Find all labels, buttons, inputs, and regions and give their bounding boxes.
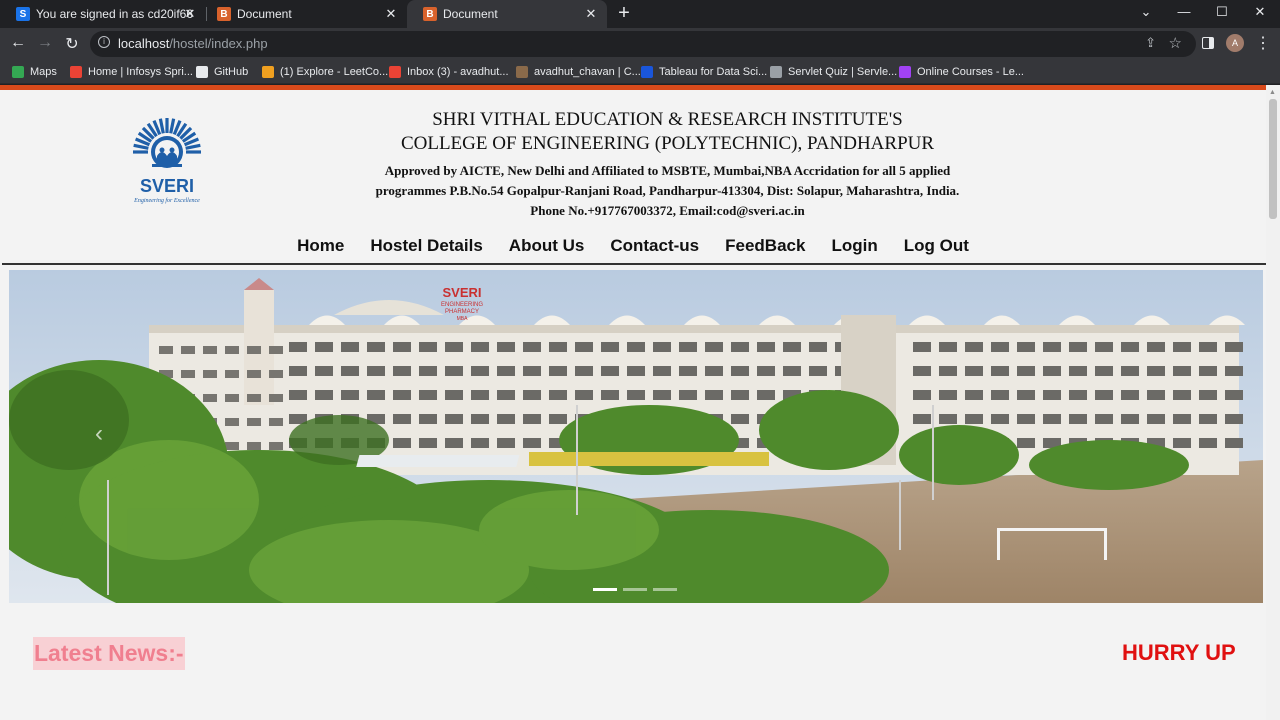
building-sign-line2: ENGINEERING: [441, 302, 483, 308]
building-sign-line3: PHARMACY: [445, 309, 479, 315]
bookmark-item[interactable]: Home | Infosys Spri...: [70, 64, 193, 80]
carousel-dot[interactable]: [623, 588, 647, 591]
bookmark-star-icon[interactable]: ☆: [1169, 34, 1182, 52]
bookmark-item[interactable]: Online Courses - Le...: [899, 64, 1024, 80]
nav-hostel-details[interactable]: Hostel Details: [357, 234, 495, 264]
tab-search-chevron-icon[interactable]: ⌄: [1136, 4, 1156, 20]
forward-arrow-icon[interactable]: →: [35, 34, 55, 52]
logo-text: SVERI: [140, 176, 194, 196]
bookmark-label: Servlet Quiz | Servle...: [788, 66, 898, 78]
nav-login[interactable]: Login: [818, 234, 890, 264]
tableau-icon: [641, 66, 653, 78]
scroll-up-arrow-icon[interactable]: ▲: [1269, 89, 1276, 96]
bookmark-item[interactable]: Inbox (3) - avadhut...: [389, 64, 509, 80]
close-icon[interactable]: ✕: [182, 6, 198, 22]
building-sign: SVERI: [442, 285, 481, 300]
nav-divider: [2, 263, 1266, 265]
college-name: COLLEGE OF ENGINEERING (POLYTECHNIC), PA…: [400, 133, 935, 154]
tab-document[interactable]: B Document ✕: [201, 0, 407, 28]
share-icon[interactable]: ⇪: [1145, 35, 1156, 51]
bookmark-label: Maps: [30, 66, 57, 78]
globe-icon: [770, 66, 782, 78]
maximize-icon[interactable]: ☐: [1212, 4, 1232, 20]
back-arrow-icon[interactable]: ←: [8, 34, 28, 52]
nav-contact-us[interactable]: Contact-us: [597, 234, 712, 264]
image-carousel[interactable]: SVERI ENGINEERING PHARMACY MBA ‹: [9, 270, 1263, 603]
tab-title: You are signed in as cd20if66: [36, 7, 194, 21]
document-favicon-icon: B: [217, 7, 231, 21]
college-address: Approved by AICTE, New Delhi and Affilia…: [375, 163, 960, 218]
url-path: /hostel/index.php: [169, 36, 268, 51]
leetcode-icon: [262, 66, 274, 78]
bookmark-label: Home | Infosys Spri...: [88, 66, 193, 78]
campus-photo: SVERI ENGINEERING PHARMACY MBA: [9, 270, 1263, 603]
kebab-menu-icon[interactable]: ⋮: [1255, 33, 1271, 53]
carousel-dot[interactable]: [653, 588, 677, 591]
profile-avatar[interactable]: A: [1226, 34, 1244, 52]
browser-toolbar: ← → ↻ i localhost/hostel/index.php ⇪ ☆ A…: [0, 28, 1280, 60]
carousel-prev-chevron-icon[interactable]: ‹: [95, 420, 111, 448]
bookmark-item[interactable]: Tableau for Data Sci...: [641, 64, 767, 80]
sveri-favicon-icon: S: [16, 7, 30, 21]
url-text[interactable]: localhost/hostel/index.php: [118, 36, 268, 51]
scrollbar-thumb[interactable]: [1269, 99, 1277, 219]
reload-icon[interactable]: ↻: [62, 34, 82, 54]
bookmarks-bar: Maps Home | Infosys Spri... GitHub (1) Expl…: [0, 60, 1280, 84]
course-icon: [899, 66, 911, 78]
nav-home[interactable]: Home: [284, 234, 357, 264]
tab-strip: S You are signed in as cd20if66 ✕ B Docu…: [0, 0, 1280, 28]
web-page: SVERI Engineering for Excellence SHRI VI…: [0, 85, 1266, 720]
bookmark-label: Tableau for Data Sci...: [659, 66, 768, 78]
nav-feedback[interactable]: FeedBack: [712, 234, 818, 264]
new-tab-icon[interactable]: +: [614, 2, 634, 25]
bookmark-label: Inbox (3) - avadhut...: [407, 66, 509, 78]
bookmark-item[interactable]: avadhut_chavan | C...: [516, 64, 641, 80]
window-close-icon[interactable]: ✕: [1250, 4, 1270, 20]
tab-title: Document: [237, 7, 292, 21]
minimize-icon[interactable]: —: [1174, 4, 1194, 19]
bookmark-label: (1) Explore - LeetCo...: [280, 66, 389, 78]
infosys-icon: [70, 66, 82, 78]
hurry-up-label: HURRY UP: [1122, 640, 1236, 665]
page-scrollbar[interactable]: ▲: [1266, 85, 1280, 720]
gmail-icon: [389, 66, 401, 78]
maps-icon: [12, 66, 24, 78]
bookmark-label: Online Courses - Le...: [917, 66, 1024, 78]
github-icon: [196, 66, 208, 78]
main-nav: Home Hostel Details About Us Contact-us …: [0, 234, 1266, 264]
bookmark-item[interactable]: (1) Explore - LeetCo...: [262, 64, 388, 80]
carousel-indicators: [593, 588, 677, 591]
tab-signed-in[interactable]: S You are signed in as cd20if66 ✕: [0, 0, 206, 28]
close-icon[interactable]: ✕: [383, 6, 399, 22]
codechef-icon: [516, 66, 528, 78]
address-bar[interactable]: i localhost/hostel/index.php ⇪ ☆: [90, 31, 1196, 57]
bookmark-item[interactable]: Servlet Quiz | Servle...: [770, 64, 897, 80]
side-panel-icon[interactable]: [1202, 37, 1214, 49]
logo-tagline: Engineering for Excellence: [133, 197, 200, 204]
bookmark-item[interactable]: GitHub: [196, 64, 248, 80]
bookmark-label: avadhut_chavan | C...: [534, 66, 641, 78]
bookmark-item[interactable]: Maps: [12, 64, 57, 80]
sveri-logo: SVERI Engineering for Excellence: [124, 114, 210, 206]
tab-title: Document: [443, 7, 498, 21]
site-info-icon[interactable]: i: [98, 36, 110, 48]
building-sign-line4: MBA: [457, 316, 469, 322]
close-icon[interactable]: ✕: [583, 6, 599, 22]
document-favicon-icon: B: [423, 7, 437, 21]
nav-logout[interactable]: Log Out: [891, 234, 982, 264]
tab-document-active[interactable]: B Document ✕: [407, 0, 607, 28]
institute-name: SHRI VITHAL EDUCATION & RESEARCH INSTITU…: [432, 109, 903, 130]
url-host: localhost: [118, 36, 170, 51]
bookmark-label: GitHub: [214, 66, 249, 78]
carousel-dot[interactable]: [593, 588, 617, 591]
nav-about-us[interactable]: About Us: [496, 234, 598, 264]
college-header: SHRI VITHAL EDUCATION & RESEARCH INSTITU…: [370, 108, 965, 221]
latest-news-label: Latest News:-: [33, 637, 185, 670]
